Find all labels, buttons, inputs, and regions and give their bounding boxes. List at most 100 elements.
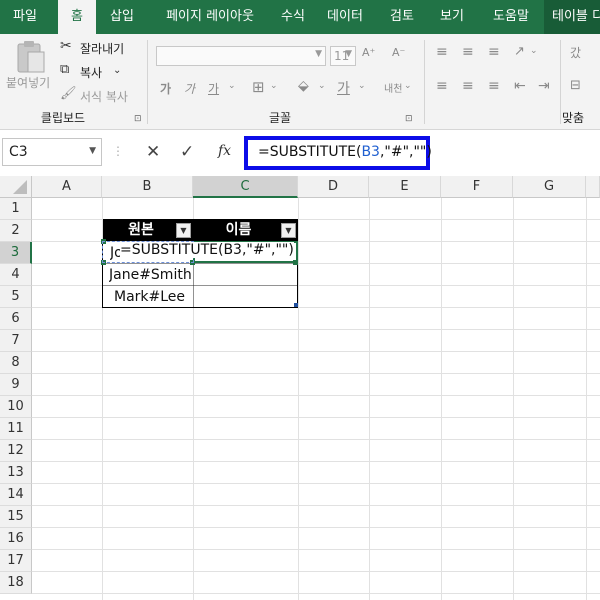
paste-icon[interactable] [14,40,46,74]
row-header-10[interactable]: 10 [0,396,32,418]
table-cell-b4[interactable]: Jane#Smith [109,264,193,286]
row-header-11[interactable]: 11 [0,418,32,440]
orientation-icon[interactable]: ↗ [514,44,525,59]
row-header-1[interactable]: 1 [0,198,32,220]
increase-indent-icon[interactable]: ⇥ [538,78,550,94]
ribbon-separator [147,40,148,124]
name-box[interactable]: C3 ▼ [2,138,102,166]
merge-center-icon[interactable]: ⊟ [570,78,581,93]
formula-bar-grip-icon: ⋮ [112,144,124,158]
formula-input[interactable]: =SUBSTITUTE(B3,"#","") [244,136,432,170]
font-dialog-launcher-icon[interactable]: ⊡ [405,114,413,124]
copy-icon[interactable]: ⧉ [60,62,69,77]
column-header-a[interactable]: A [32,176,102,198]
row-header-16[interactable]: 16 [0,528,32,550]
font-group-label: 글꼴 [268,111,292,125]
tab-formulas[interactable]: 수식 [273,0,313,34]
font-color-icon[interactable]: 가 [337,78,350,98]
format-painter-label[interactable]: 서식 복사 [80,88,128,105]
filter-dropdown-icon[interactable]: ▼ [281,223,296,238]
decrease-indent-icon[interactable]: ⇤ [514,78,526,94]
font-name-combobox[interactable]: ▼ [156,46,326,66]
tab-home[interactable]: 홈 [58,0,96,34]
font-color-dropdown-icon[interactable]: ⌄ [358,81,366,91]
format-painter-icon[interactable]: 🖌 [60,86,77,101]
filter-dropdown-icon[interactable]: ▼ [176,223,191,238]
row-header-2[interactable]: 2 [0,220,32,242]
alignment-group-label: 맞춤 [561,111,585,125]
phonetic-guide-icon[interactable]: 내천 [384,80,402,95]
row-header-17[interactable]: 17 [0,550,32,572]
cell-edit-text[interactable]: =SUBSTITUTE(B3,"#","") [120,242,294,258]
font-size-combobox[interactable]: 11 ▼ [330,46,356,66]
selection-handle[interactable] [293,260,298,265]
column-header-c[interactable]: C [193,176,298,198]
align-right-icon[interactable]: ≡ [488,78,500,94]
column-header-h[interactable] [586,176,600,198]
wrap-text-icon[interactable]: 갔 [570,44,581,61]
name-box-dropdown-icon[interactable]: ▼ [89,146,96,156]
borders-icon[interactable]: ⊞ [252,78,265,96]
font-size-increase-icon[interactable]: A⁺ [362,46,375,59]
font-size-decrease-icon[interactable]: A⁻ [392,46,405,59]
ribbon-home: 붙여넣기 ✂ 잘라내기 ⧉ 복사 ⌄ 🖌 서식 복사 클립보드 ⊡ ▼ 11 ▼… [0,34,600,130]
bold-icon[interactable]: 가 [160,80,171,97]
row-header-4[interactable]: 4 [0,264,32,286]
row-header-12[interactable]: 12 [0,440,32,462]
row-header-9[interactable]: 9 [0,374,32,396]
align-bottom-icon[interactable]: ≡ [488,44,500,60]
column-header-b[interactable]: B [102,176,193,198]
paste-button-label[interactable]: 붙여넣기 [6,74,50,91]
row-header-3[interactable]: 3 [0,242,32,264]
tab-page-layout[interactable]: 페이지 레이아웃 [150,0,270,34]
fill-color-icon[interactable]: ⬙ [298,78,309,94]
tab-view[interactable]: 보기 [432,0,472,34]
align-middle-icon[interactable]: ≡ [462,44,474,60]
align-center-icon[interactable]: ≡ [462,78,474,94]
italic-icon[interactable]: 가 [184,80,195,97]
row-header-14[interactable]: 14 [0,484,32,506]
enter-entry-icon[interactable]: ✓ [180,142,194,162]
select-all-corner[interactable] [0,176,32,198]
formula-text-prefix: =SUBSTITUTE( [258,144,362,160]
tab-review[interactable]: 검토 [384,0,420,34]
row-header-18[interactable]: 18 [0,572,32,594]
tab-table-design[interactable]: 테이블 디 [544,0,600,34]
row-header-7[interactable]: 7 [0,330,32,352]
fill-color-dropdown-icon[interactable]: ⌄ [318,81,326,91]
column-header-f[interactable]: F [441,176,513,198]
tab-help[interactable]: 도움말 [484,0,538,34]
orientation-dropdown-icon[interactable]: ⌄ [530,46,538,56]
copy-button-label[interactable]: 복사 [80,64,102,81]
formula-text-suffix: ,"#","") [379,144,432,160]
font-size-dropdown-icon[interactable]: ▼ [345,49,352,59]
tab-insert[interactable]: 삽입 [102,0,142,34]
row-header-13[interactable]: 13 [0,462,32,484]
insert-function-icon[interactable]: fx [218,143,231,159]
borders-dropdown-icon[interactable]: ⌄ [270,81,278,91]
column-header-d[interactable]: D [298,176,369,198]
tab-file[interactable]: 파일 [0,0,50,34]
cut-button-label[interactable]: 잘라내기 [80,40,124,57]
row-header-15[interactable]: 15 [0,506,32,528]
cancel-entry-icon[interactable]: ✕ [146,142,160,162]
align-left-icon[interactable]: ≡ [436,78,448,94]
row-header-8[interactable]: 8 [0,352,32,374]
underline-dropdown-icon[interactable]: ⌄ [228,81,236,91]
font-name-dropdown-icon[interactable]: ▼ [315,49,322,59]
name-box-value: C3 [9,144,28,160]
row-header-6[interactable]: 6 [0,308,32,330]
clipboard-dialog-launcher-icon[interactable]: ⊡ [134,114,142,124]
row-header-5[interactable]: 5 [0,286,32,308]
column-header-e[interactable]: E [369,176,441,198]
align-top-icon[interactable]: ≡ [436,44,448,60]
copy-dropdown-chevron-icon[interactable]: ⌄ [113,65,121,76]
column-header-g[interactable]: G [513,176,586,198]
formula-text: =SUBSTITUTE(B3,"#","") [258,144,432,160]
table-cell-b5[interactable]: Mark#Lee [114,286,192,308]
scissors-icon[interactable]: ✂ [60,38,72,54]
table-resize-handle[interactable] [294,303,298,307]
underline-icon[interactable]: 가 [208,80,219,97]
tab-data[interactable]: 데이터 [320,0,370,34]
phonetic-dropdown-icon[interactable]: ⌄ [404,81,412,91]
